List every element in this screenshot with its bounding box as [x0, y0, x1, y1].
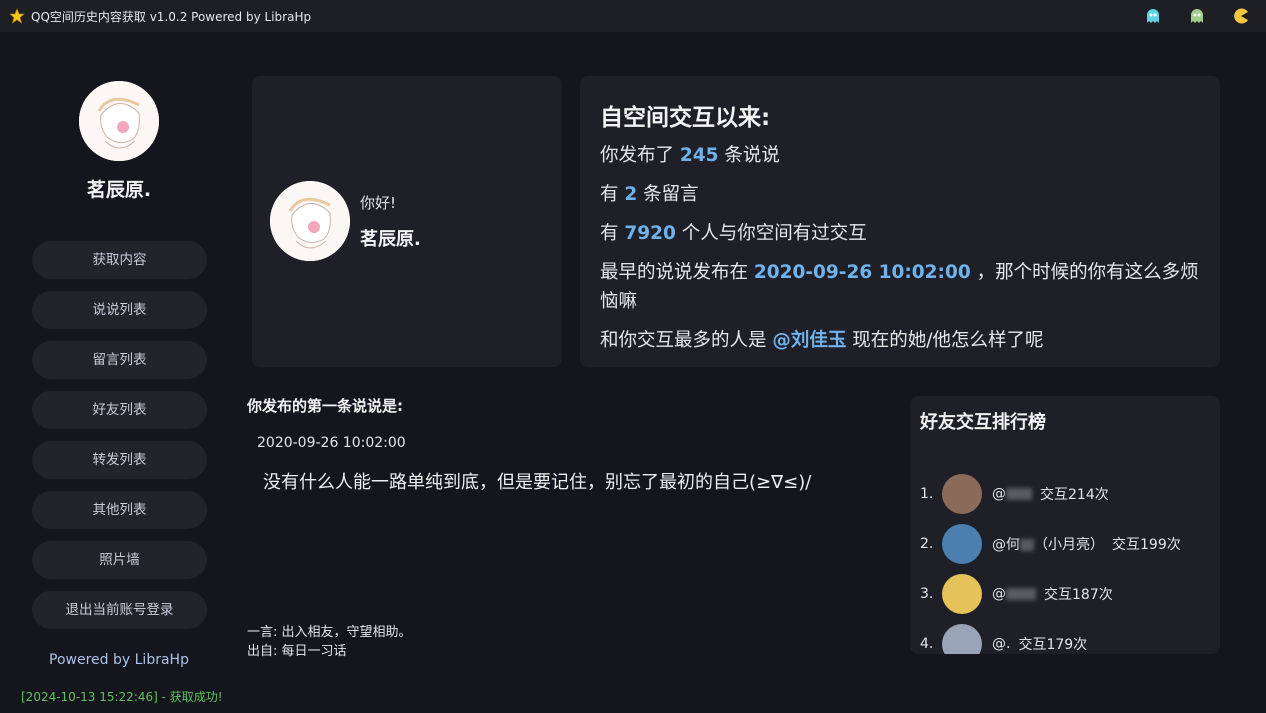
- earliest-date: 2020-09-26 10:02:00: [753, 262, 971, 283]
- stats-card: 自空间交互以来: 你发布了 245 条说说 有 2 条留言 有 7920 个人与…: [580, 76, 1220, 367]
- powered-by: Powered by LibraHp: [49, 652, 189, 668]
- welcome-card: 你好! 茗辰原.: [252, 76, 562, 367]
- messages-count: 2: [624, 184, 638, 205]
- people-count: 7920: [624, 223, 676, 244]
- window-title: QQ空间历史内容获取 v1.0.2 Powered by LibraHp: [31, 9, 312, 24]
- ghost-green-icon[interactable]: [1188, 7, 1206, 25]
- nav-friends-list[interactable]: 好友列表: [32, 391, 207, 429]
- rank-friend-name: @.: [992, 636, 1010, 652]
- star-icon: [9, 8, 25, 24]
- rank-friend-name: @何 （小月亮）: [992, 534, 1104, 554]
- ranking-row[interactable]: 2. @何 （小月亮） 交互199次: [920, 524, 1181, 564]
- status-log: [2024-10-13 15:22:46] - 获取成功!: [21, 690, 223, 704]
- name-text: @: [992, 586, 1006, 602]
- name-text: @.: [992, 636, 1011, 652]
- nav-posts-list[interactable]: 说说列表: [32, 291, 207, 329]
- top-friend-name[interactable]: @刘佳玉: [772, 330, 846, 351]
- name-text: （小月亮）: [1034, 537, 1104, 553]
- rank-number: 4.: [920, 636, 934, 652]
- avatar: [942, 474, 982, 514]
- stats-people-line: 有 7920 个人与你空间有过交互: [600, 219, 1200, 248]
- ranking-row[interactable]: 3. @ 交互187次: [920, 574, 1113, 614]
- greeting-text: 你好!: [360, 194, 397, 212]
- stats-text: 和你交互最多的人是: [600, 330, 773, 351]
- stats-text: 你发布了: [600, 145, 680, 166]
- daily-quote: 一言: 出入相友，守望相助。 出自: 每日一习话: [247, 623, 412, 661]
- rank-number: 1.: [920, 486, 934, 502]
- rank-count: 交互214次: [1040, 487, 1109, 503]
- stats-heading: 自空间交互以来:: [600, 105, 771, 131]
- nav-other-list[interactable]: 其他列表: [32, 491, 207, 529]
- stats-text: 条说说: [718, 145, 780, 166]
- rank-number: 2.: [920, 536, 934, 552]
- first-post-text: 没有什么人能一路单纯到底，但是要记住，别忘了最初的自己(≥∇≤)/: [263, 472, 812, 493]
- nav-messages-list[interactable]: 留言列表: [32, 341, 207, 379]
- ranking-title: 好友交互排行榜: [920, 412, 1046, 433]
- first-post-label: 你发布的第一条说说是:: [247, 397, 403, 415]
- pacman-icon[interactable]: [1232, 7, 1250, 25]
- rank-number: 3.: [920, 586, 934, 602]
- avatar: [942, 524, 982, 564]
- redaction: [1006, 588, 1036, 600]
- stats-top-friend-line: 和你交互最多的人是 @刘佳玉 现在的她/他怎么样了呢: [600, 326, 1200, 355]
- stats-earliest-line: 最早的说说发布在 2020-09-26 10:02:00 ，那个时候的你有这么多…: [600, 258, 1210, 316]
- posts-count: 245: [679, 145, 719, 166]
- avatar-illustration: [270, 181, 350, 261]
- quote-line: 一言: 出入相友，守望相助。: [247, 625, 412, 640]
- avatar-illustration: [79, 81, 159, 161]
- rank-friend-name: @: [992, 586, 1036, 602]
- avatar: [942, 574, 982, 614]
- stats-text: 最早的说说发布在: [600, 262, 754, 283]
- stats-messages-line: 有 2 条留言: [600, 180, 1200, 209]
- rank-count: 交互187次: [1044, 587, 1113, 603]
- friend-ranking-card: 好友交互排行榜 1. @ 交互214次 2. @何 （小月亮） 交互199次 3.…: [910, 396, 1220, 654]
- avatar[interactable]: [79, 81, 159, 161]
- stats-text: 有: [600, 184, 625, 205]
- app-body: 茗辰原. 获取内容 说说列表 留言列表 好友列表 转发列表 其他列表 照片墙 退…: [0, 32, 1266, 713]
- stats-text: 有: [600, 223, 625, 244]
- quote-source: 出自: 每日一习话: [247, 644, 347, 659]
- rank-friend-name: @: [992, 486, 1032, 502]
- sidebar: 茗辰原. 获取内容 说说列表 留言列表 好友列表 转发列表 其他列表 照片墙 退…: [0, 32, 238, 713]
- welcome-username: 茗辰原.: [360, 229, 421, 250]
- nav-logout[interactable]: 退出当前账号登录: [32, 591, 207, 629]
- title-bar: QQ空间历史内容获取 v1.0.2 Powered by LibraHp: [0, 0, 1266, 32]
- sidebar-username: 茗辰原.: [86, 179, 152, 201]
- redaction: [1006, 488, 1032, 500]
- nav-forwards-list[interactable]: 转发列表: [32, 441, 207, 479]
- avatar: [270, 181, 350, 261]
- ranking-row[interactable]: 1. @ 交互214次: [920, 474, 1109, 514]
- ranking-row[interactable]: 4. @. 交互179次: [920, 624, 1087, 654]
- rank-count: 交互179次: [1018, 637, 1088, 653]
- avatar: [942, 624, 982, 654]
- ghost-cyan-icon[interactable]: [1144, 7, 1162, 25]
- stats-text: 条留言: [637, 184, 699, 205]
- redaction: [1020, 539, 1034, 551]
- name-text: @: [992, 486, 1006, 502]
- stats-text: 个人与你空间有过交互: [675, 223, 867, 244]
- name-text: @何: [992, 537, 1020, 553]
- first-post-date: 2020-09-26 10:02:00: [257, 435, 406, 451]
- stats-text: 现在的她/他怎么样了呢: [846, 330, 1044, 351]
- nav-fetch-content[interactable]: 获取内容: [32, 241, 207, 279]
- nav-photo-wall[interactable]: 照片墙: [32, 541, 207, 579]
- stats-posts-line: 你发布了 245 条说说: [600, 141, 1200, 170]
- rank-count: 交互199次: [1112, 537, 1181, 553]
